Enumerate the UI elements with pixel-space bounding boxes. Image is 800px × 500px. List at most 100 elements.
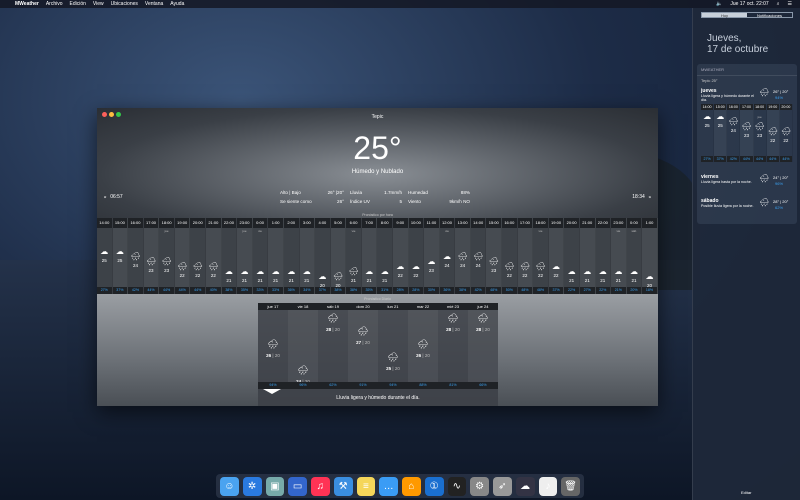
stat-value: 5 [399, 199, 402, 204]
notes-icon[interactable]: ≡ [356, 476, 376, 496]
daily-description: Lluvia ligera y húmedo durante el día. [336, 395, 420, 401]
volume-icon[interactable]: 🔈 [716, 1, 722, 7]
mweather-widget: MWEATHER Tepic 25° 14:00 ☁ 25 27% 15:00 ☁ 25 37… [697, 64, 797, 224]
hour-column: 20:00 🌧 22 44% [190, 218, 207, 294]
cloud-icon: ☁ [224, 267, 233, 276]
rain-cloud-icon: 🌧 [357, 326, 369, 336]
rain-cloud-icon: 🌧 [297, 365, 309, 375]
day-temps: 27 | 20 [348, 340, 378, 345]
cloud-icon: ☁ [240, 267, 249, 276]
sunrise: ⌅ 06:57 [103, 194, 123, 200]
search-icon[interactable]: ⌕ [777, 1, 780, 7]
hour-precip: 48% [517, 287, 533, 294]
hour-precip: 33% [252, 287, 268, 294]
hour-precip: 44% [190, 287, 206, 294]
menu-edicion[interactable]: Edición [70, 1, 86, 7]
hour-column: 12:00 vie ☁ 24 36% [439, 218, 456, 294]
hour-time: 6:00 [346, 218, 361, 228]
cloud-icon: ☁ [598, 267, 607, 276]
hour-column: 21:00 ☁ 21 27% [579, 218, 596, 294]
menu-ventana[interactable]: Ventana [145, 1, 163, 7]
edit-button[interactable]: Editar [741, 490, 751, 495]
system-preferences-icon[interactable]: ⚙ [470, 476, 489, 496]
day-high: 27 [356, 340, 362, 345]
day-column[interactable]: dom 20 🌧 27 | 20 91% [348, 303, 378, 389]
widget-day[interactable]: viernes Lluvia ligera hasta por la noche.… [701, 174, 793, 186]
notification-center-icon[interactable]: ☰ [788, 1, 792, 7]
day-name: mar 22 [408, 303, 438, 310]
hour-temp: 22 [210, 273, 216, 278]
xcode-icon[interactable]: ⚒ [333, 476, 353, 496]
cloud-icon: ☁ [703, 112, 712, 121]
screen-sharing-icon[interactable]: ▭ [288, 476, 307, 496]
hour-precip: 48% [486, 287, 502, 294]
clock[interactable]: Jue 17 oct. 22:07 [730, 1, 768, 7]
hour-precip: 35% [237, 287, 252, 294]
hour-temp: 23 [491, 268, 497, 273]
menu-archivo[interactable]: Archivo [46, 1, 63, 7]
cloud-icon: ☁ [318, 272, 327, 281]
current-conditions: Tepic 25° Húmedo y Nublado ⌅ 06:57 18:34 ⌅… [97, 108, 658, 218]
home-icon[interactable]: ⌂ [402, 476, 421, 496]
hour-time: 15:00 [112, 218, 128, 228]
hour-precip: 38% [346, 287, 361, 294]
hour-precip: 28% [392, 287, 408, 294]
activity-monitor-icon[interactable]: ∿ [447, 476, 467, 496]
hour-column: 14:00 ☁ 25 27% [701, 104, 715, 162]
menu-view[interactable]: View [93, 1, 104, 7]
trash-icon[interactable]: 🗑 [561, 476, 580, 496]
hour-column: 16:00 🌧 24 42% [727, 104, 741, 162]
menu-ayuda[interactable]: Ayuda [170, 1, 184, 7]
hour-time: 1:00 [642, 218, 657, 228]
hour-temp: 22 [506, 273, 512, 278]
daily-forecast: jue 17🌧26 | 2094%vie 18🌧24 | 2096%sáb 19… [258, 303, 498, 406]
rain-cloud-icon: 🌧 [780, 127, 791, 136]
hour-column: 1:00 ☁ 20 18% [642, 218, 658, 294]
hour-temp: 24 [730, 128, 736, 133]
hour-time: 16:00 [502, 218, 517, 228]
preview-icon[interactable]: ▣ [265, 476, 285, 496]
hour-precip: 44% [753, 156, 766, 162]
day-column[interactable]: mié 23 🌧 28 | 20 81% [438, 303, 468, 389]
hour-column: 19:00 ☁ 22 37% [548, 218, 565, 294]
day-column[interactable]: lun 21 🌧 25 | 20 94% [378, 303, 408, 389]
safari-icon[interactable]: ✲ [242, 476, 262, 496]
finder-icon[interactable]: ☺ [220, 476, 239, 496]
1password-icon[interactable]: ① [424, 476, 444, 496]
menu-app[interactable]: MWeather [15, 1, 39, 7]
cloud-icon: ☁ [614, 267, 623, 276]
tab-notificaciones[interactable]: Notificaciones [747, 13, 792, 18]
sunrise-time: 06:57 [110, 194, 123, 200]
tab-hoy[interactable]: Hoy [702, 13, 747, 18]
hour-precip: 42% [128, 287, 143, 294]
hour-temp: 25 [101, 258, 107, 263]
day-column[interactable]: vie 18🌧24 | 2096% [288, 303, 318, 389]
day-temps: 28 | 20 [468, 327, 498, 332]
messages-icon[interactable]: … [379, 476, 398, 496]
day-column[interactable]: jue 17 🌧 26 | 20 94% [258, 303, 288, 389]
widget-day-temps: 26° | 20° [773, 89, 789, 94]
day-column[interactable]: jue 24 🌧 28 | 20 66% [468, 303, 498, 389]
launchpad-icon[interactable]: ➶ [493, 476, 512, 496]
music-file-icon[interactable]: ♪ [538, 476, 558, 496]
hour-time: 10:00 [408, 218, 424, 228]
widget-day[interactable]: jueves Lluvia ligera y húmedo durante el … [701, 88, 793, 102]
hourly-forecast[interactable]: 14:00 ☁ 25 27% 15:00 ☁ 25 37% 16:00 🌧 24 42% 17:00 🌧 2… [97, 218, 658, 294]
music-icon[interactable]: ♫ [311, 476, 330, 496]
menu-ubicaciones[interactable]: Ubicaciones [111, 1, 138, 7]
day-column[interactable]: mar 22 🌧 26 | 20 88% [408, 303, 438, 389]
hour-temp: 21 [288, 278, 294, 283]
day-column[interactable]: sáb 19 🌧 28 | 20 62% [318, 303, 348, 389]
widget-day-temps: 28° | 20° [773, 199, 789, 204]
rain-cloud-icon: 🌧 [457, 252, 468, 261]
mweather-icon[interactable]: ☁ [515, 476, 535, 496]
hour-temp: 22 [522, 273, 528, 278]
stat-value: 26° [337, 199, 344, 204]
day-name: vie 18 [288, 303, 318, 310]
widget-day[interactable]: sábado Posible lluvia ligera por la noche… [701, 198, 793, 210]
day-low: | 20 [272, 353, 280, 358]
hour-temp: 23 [757, 133, 763, 138]
rain-cloud-icon: 🌧 [504, 262, 515, 271]
hour-temp: 21 [273, 278, 279, 283]
hour-column: 18:00 jue 🌧 23 44% [159, 218, 175, 294]
